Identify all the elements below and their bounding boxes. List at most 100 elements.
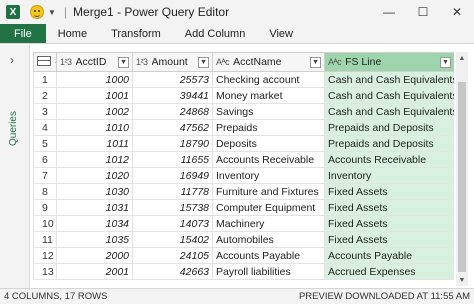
- acctid-cell[interactable]: 2000: [56, 247, 133, 264]
- filter-dropdown-icon[interactable]: ▼: [310, 56, 321, 68]
- quick-access-dropdown-icon[interactable]: ▼: [48, 8, 56, 17]
- fs-line-cell[interactable]: Cash and Cash Equivalents: [324, 103, 454, 120]
- amount-cell[interactable]: 18790: [132, 135, 213, 152]
- scrollbar-thumb[interactable]: [458, 82, 466, 272]
- scroll-down-icon[interactable]: ▼: [456, 274, 468, 286]
- amount-cell[interactable]: 16949: [132, 167, 213, 184]
- tab-transform[interactable]: Transform: [99, 24, 173, 43]
- acctname-cell[interactable]: Payroll liabilities: [212, 263, 325, 280]
- column-header-amount[interactable]: 1²3 Amount ▼: [132, 52, 213, 72]
- row-number[interactable]: 1: [33, 71, 57, 88]
- fs-line-cell[interactable]: Prepaids and Deposits: [324, 119, 454, 136]
- tab-view[interactable]: View: [257, 24, 305, 43]
- row-number[interactable]: 7: [33, 167, 57, 184]
- table-row[interactable]: 6 1012 11655 Accounts Receivable Accounts Re…: [33, 151, 454, 168]
- row-number[interactable]: 11: [33, 231, 57, 248]
- acctid-cell[interactable]: 1011: [56, 135, 133, 152]
- row-number[interactable]: 13: [33, 263, 57, 280]
- excel-icon[interactable]: X: [6, 5, 20, 19]
- acctid-cell[interactable]: 1012: [56, 151, 133, 168]
- maximize-button[interactable]: ☐: [406, 0, 440, 24]
- table-row[interactable]: 2 1001 39441 Money market Cash and Cash Equi…: [33, 87, 454, 104]
- fs-line-cell[interactable]: Inventory: [324, 167, 454, 184]
- scroll-up-icon[interactable]: ▲: [456, 52, 468, 64]
- filter-dropdown-icon[interactable]: ▼: [118, 56, 129, 68]
- row-number[interactable]: 12: [33, 247, 57, 264]
- table-row[interactable]: 5 1011 18790 Deposits Prepaids and Deposits: [33, 135, 454, 152]
- table-corner-menu[interactable]: ▼: [33, 52, 57, 72]
- close-button[interactable]: ✕: [440, 0, 474, 24]
- acctid-cell[interactable]: 1030: [56, 183, 133, 200]
- fs-line-cell[interactable]: Fixed Assets: [324, 215, 454, 232]
- table-row[interactable]: 7 1020 16949 Inventory Inventory: [33, 167, 454, 184]
- fs-line-cell[interactable]: Fixed Assets: [324, 231, 454, 248]
- acctid-cell[interactable]: 1000: [56, 71, 133, 88]
- whole-number-type-icon[interactable]: 1²3: [60, 57, 72, 67]
- acctid-cell[interactable]: 1034: [56, 215, 133, 232]
- acctid-cell[interactable]: 2001: [56, 263, 133, 280]
- table-row[interactable]: 13 2001 42663 Payroll liabilities Accrued Ex…: [33, 263, 454, 280]
- fs-line-cell[interactable]: Accrued Expenses: [324, 263, 454, 280]
- column-header-acctid[interactable]: 1²3 AcctID ▼: [56, 52, 133, 72]
- fs-line-cell[interactable]: Accounts Receivable: [324, 151, 454, 168]
- acctid-cell[interactable]: 1035: [56, 231, 133, 248]
- row-number[interactable]: 6: [33, 151, 57, 168]
- amount-cell[interactable]: 15402: [132, 231, 213, 248]
- column-header-fs-line[interactable]: Aᴬᴄ FS Line ▼: [324, 52, 454, 72]
- acctname-cell[interactable]: Furniture and Fixtures: [212, 183, 325, 200]
- vertical-scrollbar[interactable]: ▲ ▼: [456, 52, 468, 286]
- text-type-icon[interactable]: Aᴬᴄ: [216, 57, 230, 67]
- amount-cell[interactable]: 42663: [132, 263, 213, 280]
- row-number[interactable]: 2: [33, 87, 57, 104]
- row-number[interactable]: 9: [33, 199, 57, 216]
- row-number[interactable]: 3: [33, 103, 57, 120]
- acctname-cell[interactable]: Computer Equipment: [212, 199, 325, 216]
- acctname-cell[interactable]: Machinery: [212, 215, 325, 232]
- acctname-cell[interactable]: Deposits: [212, 135, 325, 152]
- acctid-cell[interactable]: 1010: [56, 119, 133, 136]
- amount-cell[interactable]: 14073: [132, 215, 213, 232]
- table-row[interactable]: 11 1035 15402 Automobiles Fixed Assets: [33, 231, 454, 248]
- row-number[interactable]: 10: [33, 215, 57, 232]
- tab-home[interactable]: Home: [46, 24, 99, 43]
- amount-cell[interactable]: 39441: [132, 87, 213, 104]
- acctid-cell[interactable]: 1031: [56, 199, 133, 216]
- acctname-cell[interactable]: Accounts Payable: [212, 247, 325, 264]
- tab-file[interactable]: File: [0, 24, 46, 43]
- fs-line-cell[interactable]: Cash and Cash Equivalents: [324, 71, 454, 88]
- amount-cell[interactable]: 24105: [132, 247, 213, 264]
- acctname-cell[interactable]: Accounts Receivable: [212, 151, 325, 168]
- table-row[interactable]: 4 1010 47562 Prepaids Prepaids and Deposits: [33, 119, 454, 136]
- table-row[interactable]: 10 1034 14073 Machinery Fixed Assets: [33, 215, 454, 232]
- table-row[interactable]: 1 1000 25573 Checking account Cash and Cash …: [33, 71, 454, 88]
- tab-add-column[interactable]: Add Column: [173, 24, 258, 43]
- fs-line-cell[interactable]: Accounts Payable: [324, 247, 454, 264]
- fs-line-cell[interactable]: Cash and Cash Equivalents: [324, 87, 454, 104]
- row-number[interactable]: 4: [33, 119, 57, 136]
- feedback-smiley-icon[interactable]: [30, 5, 44, 19]
- table-row[interactable]: 9 1031 15738 Computer Equipment Fixed Assets: [33, 199, 454, 216]
- whole-number-type-icon[interactable]: 1²3: [136, 57, 148, 67]
- table-row[interactable]: 12 2000 24105 Accounts Payable Accounts Paya…: [33, 247, 454, 264]
- acctname-cell[interactable]: Prepaids: [212, 119, 325, 136]
- filter-dropdown-icon[interactable]: ▼: [440, 56, 451, 68]
- fs-line-cell[interactable]: Prepaids and Deposits: [324, 135, 454, 152]
- acctname-cell[interactable]: Money market: [212, 87, 325, 104]
- amount-cell[interactable]: 11778: [132, 183, 213, 200]
- fs-line-cell[interactable]: Fixed Assets: [324, 199, 454, 216]
- text-type-icon[interactable]: Aᴬᴄ: [328, 57, 342, 67]
- minimize-button[interactable]: —: [372, 0, 406, 24]
- queries-pane-label[interactable]: Queries: [8, 111, 19, 146]
- amount-cell[interactable]: 15738: [132, 199, 213, 216]
- row-number[interactable]: 5: [33, 135, 57, 152]
- amount-cell[interactable]: 11655: [132, 151, 213, 168]
- filter-dropdown-icon[interactable]: ▼: [198, 56, 209, 68]
- row-number[interactable]: 8: [33, 183, 57, 200]
- acctname-cell[interactable]: Automobiles: [212, 231, 325, 248]
- amount-cell[interactable]: 47562: [132, 119, 213, 136]
- acctid-cell[interactable]: 1002: [56, 103, 133, 120]
- acctname-cell[interactable]: Checking account: [212, 71, 325, 88]
- table-row[interactable]: 8 1030 11778 Furniture and Fixtures Fixed As…: [33, 183, 454, 200]
- column-header-acctname[interactable]: Aᴬᴄ AcctName ▼: [212, 52, 325, 72]
- table-row[interactable]: 3 1002 24868 Savings Cash and Cash Equivalen…: [33, 103, 454, 120]
